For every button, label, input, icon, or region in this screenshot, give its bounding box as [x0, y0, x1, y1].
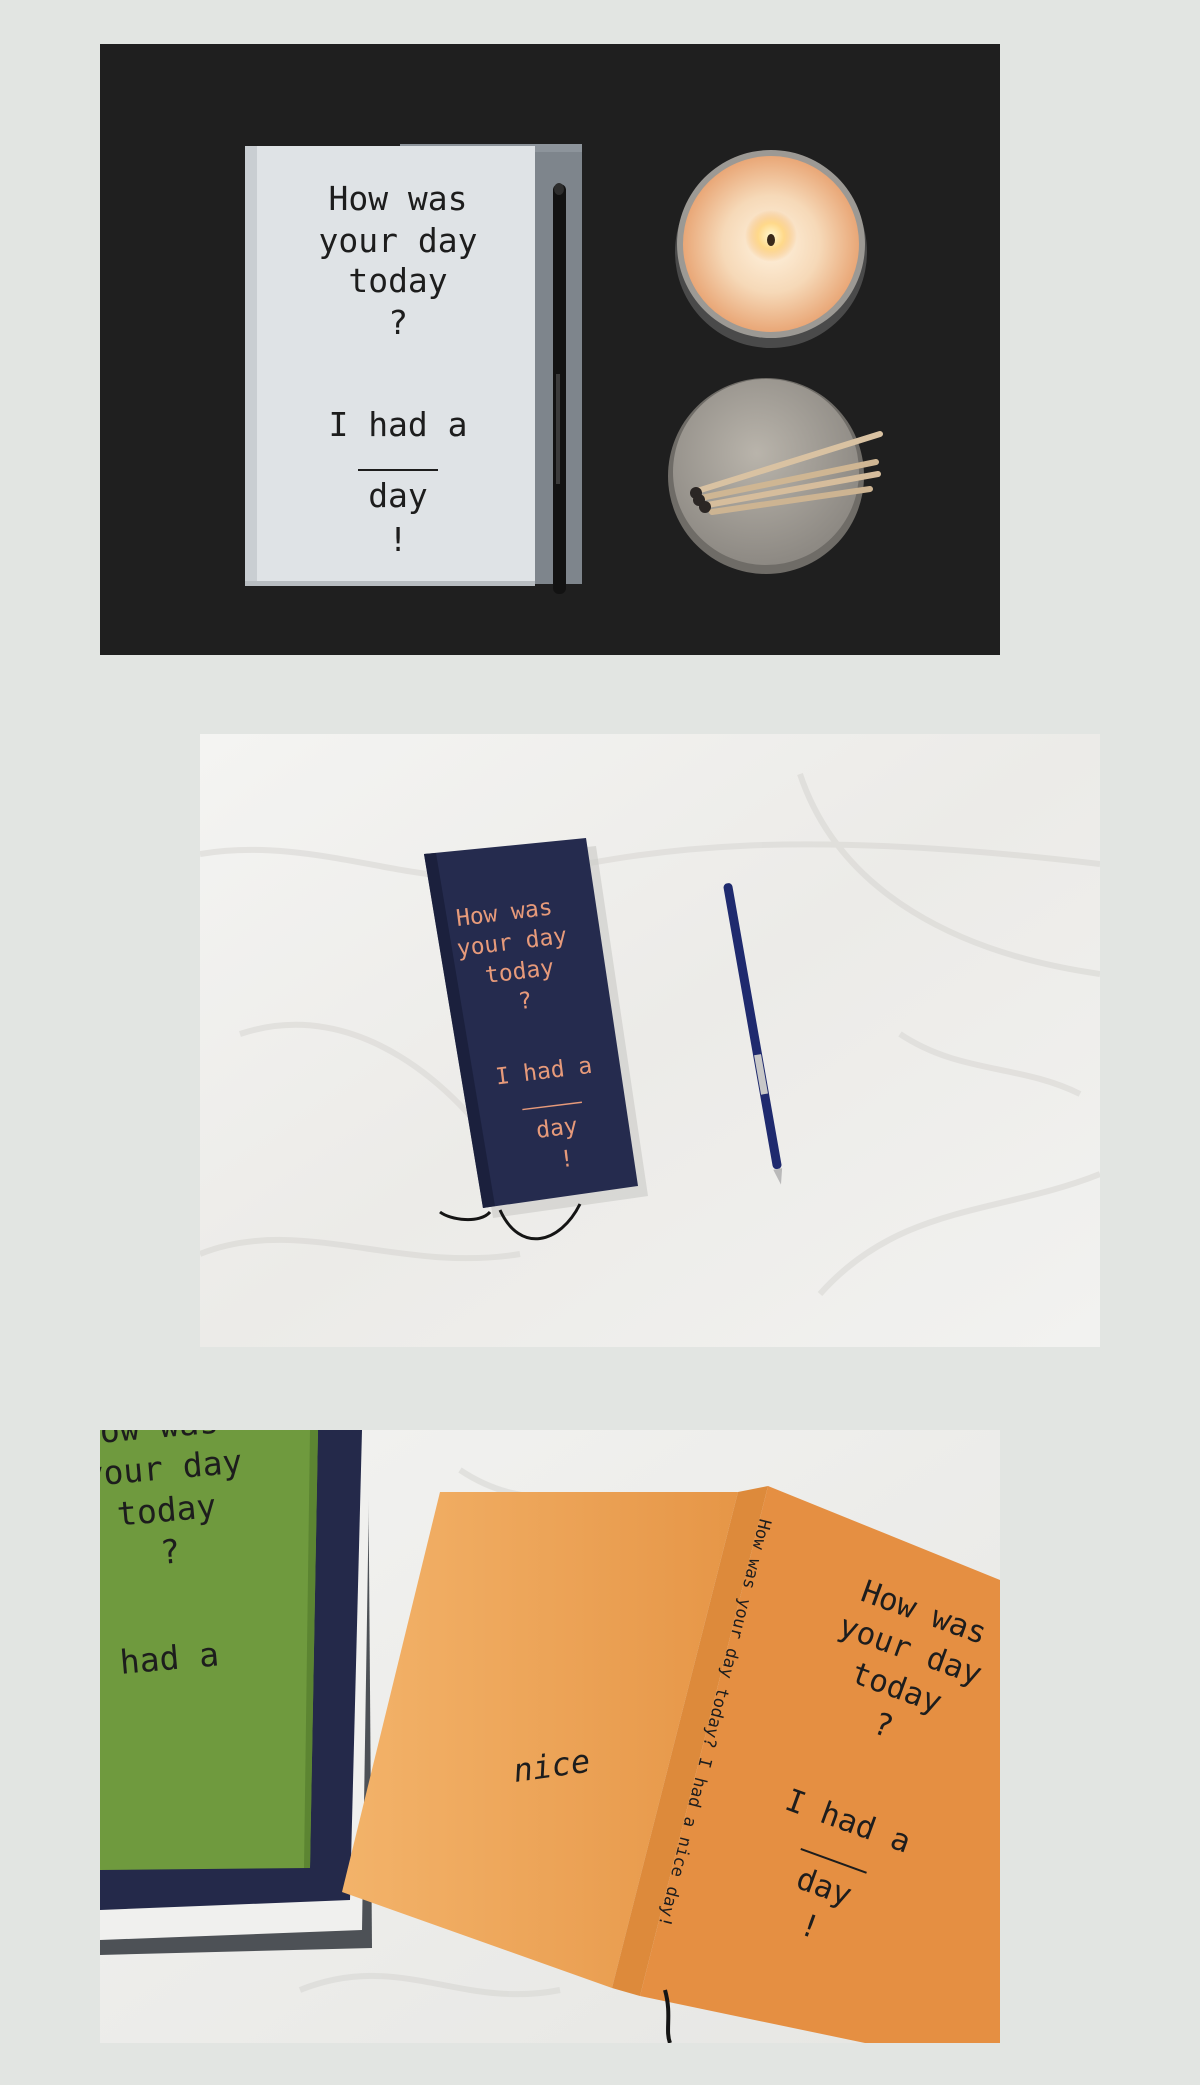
cover-line-1: How was — [328, 179, 467, 218]
cover-line-4: ? — [388, 303, 408, 342]
cover-line-6: day — [368, 476, 428, 515]
cover-line-5: I had a — [328, 405, 467, 444]
orange-book-scene: How was your day today ? I had a nice Ho… — [100, 1430, 1000, 2043]
photo-dark-flatlay: How was your day today ? I had a day ! — [100, 44, 1000, 655]
navy-sheet-scene: How was your day today ? I had a day ! — [200, 734, 1100, 1347]
cover-line-7: ! — [388, 520, 408, 559]
dark-flatlay-scene: How was your day today ? I had a day ! — [100, 44, 1000, 655]
photo-orange-open-book: How was your day today ? I had a nice Ho… — [100, 1430, 1000, 2043]
cover-line-3: today — [348, 261, 447, 300]
photo-navy-on-sheet: How was your day today ? I had a day ! — [200, 734, 1100, 1347]
cover-line-6: day — [535, 1113, 579, 1144]
cover-line-2: your day — [319, 221, 478, 260]
white-sheet — [200, 734, 1100, 1347]
green-line-4: ? — [159, 1531, 182, 1572]
